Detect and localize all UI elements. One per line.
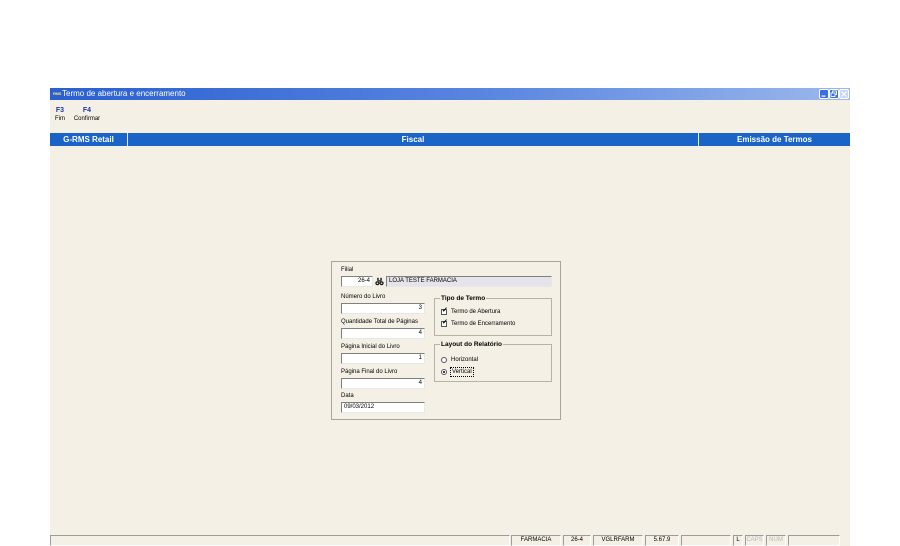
qtd-paginas-label: Quantidade Total de Páginas	[341, 319, 418, 325]
filial-code-input[interactable]: 26-4	[341, 276, 373, 287]
status-spare	[788, 535, 840, 546]
horizontal-label[interactable]: Horizontal	[451, 356, 478, 364]
module-screen: Emissão de Termos	[737, 135, 812, 144]
checkmark-icon: ✓	[442, 319, 448, 326]
confirmar-button[interactable]: F4 Confirmar	[72, 106, 102, 123]
filial-label: Filial	[341, 267, 354, 273]
data-label: Data	[341, 393, 354, 399]
pagina-final-input[interactable]: 4	[341, 378, 425, 389]
horizontal-radio[interactable]	[441, 357, 447, 363]
module-system: G-RMS Retail	[63, 135, 114, 144]
numero-livro-label: Número do Livro	[341, 294, 386, 300]
confirmar-label: Confirmar	[73, 116, 101, 122]
qtd-paginas-input[interactable]: 4	[341, 328, 425, 339]
numero-livro-input[interactable]: 3	[341, 303, 425, 314]
pagina-final-label: Página Final do Livro	[341, 369, 398, 375]
fim-label: Fim	[55, 116, 65, 122]
title-bar[interactable]: RMS Termo de abertura e encerramento	[50, 88, 850, 100]
vertical-label[interactable]: Vertical	[450, 367, 474, 377]
layout-relatorio-group: Layout do Relatório Horizontal Vertical	[434, 340, 552, 382]
checkmark-icon: ✓	[442, 307, 448, 314]
status-version: 5.67.9	[645, 535, 679, 546]
status-num-indicator: NUM	[766, 535, 786, 546]
app-icon: RMS	[53, 91, 61, 96]
radio-dot-icon	[443, 371, 445, 373]
fim-key: F3	[55, 107, 65, 114]
module-bar: G-RMS Retail Fiscal Emissão de Termos	[50, 133, 850, 146]
termo-abertura-checkbox[interactable]: ✓	[441, 307, 448, 315]
status-user: VGLRFARM	[593, 535, 643, 546]
tipo-termo-title: Tipo de Termo	[440, 294, 487, 303]
vertical-radio[interactable]	[441, 369, 447, 375]
pagina-inicial-label: Página Inicial do Livro	[341, 344, 400, 350]
termo-abertura-label[interactable]: Termo de Abertura	[451, 308, 500, 316]
data-input[interactable]: 09/03/2012	[341, 402, 425, 413]
maximize-icon[interactable]	[829, 89, 839, 99]
fim-button[interactable]: F3 Fim	[52, 106, 68, 123]
close-icon[interactable]	[839, 89, 849, 99]
tipo-termo-group: Tipo de Termo ✓ Termo de Abertura ✓ Term…	[434, 294, 552, 336]
filial-name-field: LOJA TESTE FARMACIA	[386, 276, 552, 287]
status-message	[50, 535, 510, 546]
status-l-indicator: L	[733, 535, 743, 546]
app-window: RMS Termo de abertura e encerramento F3 …	[50, 88, 850, 546]
status-empty	[681, 535, 731, 546]
status-bar: FARMACIA 26-4 VGLRFARM 5.67.9 L CAPS NUM	[50, 535, 850, 546]
minimize-icon[interactable]	[819, 89, 829, 99]
form-panel: Filial 26-4 LOJA TESTE FARMACIA Número d…	[331, 261, 561, 420]
status-store-name: FARMACIA	[511, 535, 561, 546]
termo-encerramento-label[interactable]: Termo de Encerramento	[451, 320, 515, 328]
status-caps-indicator: CAPS	[745, 535, 764, 546]
layout-relatorio-title: Layout do Relatório	[440, 340, 504, 349]
pagina-inicial-input[interactable]: 1	[341, 353, 425, 364]
confirmar-key: F4	[82, 107, 92, 114]
toolbar: F3 Fim F4 Confirmar	[50, 100, 850, 133]
binoculars-icon[interactable]	[375, 277, 384, 286]
termo-encerramento-checkbox[interactable]: ✓	[441, 319, 448, 327]
window-title: Termo de abertura e encerramento	[62, 89, 186, 98]
module-area: Fiscal	[401, 135, 425, 144]
status-store-code: 26-4	[563, 535, 591, 546]
